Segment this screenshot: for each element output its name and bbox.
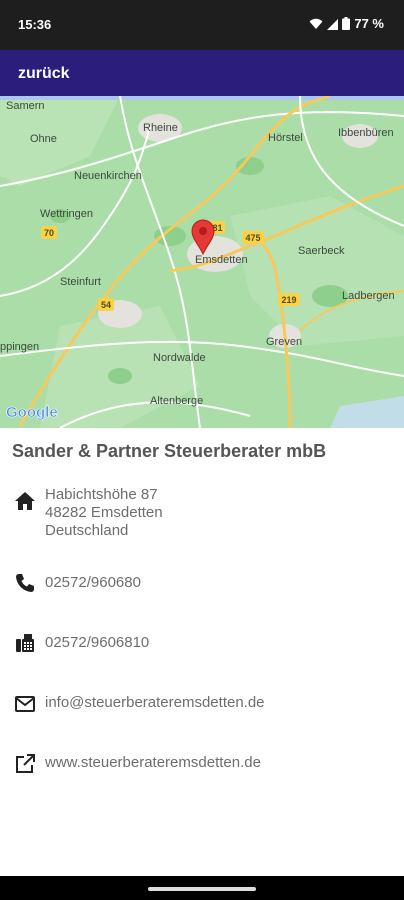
map-label: Ladbergen (342, 290, 395, 302)
road-badge: 219 (278, 293, 300, 306)
navigation-bar (0, 876, 404, 900)
phone-number[interactable]: 02572/960680 (45, 574, 141, 592)
email-link[interactable]: info@steuerberateremsdetten.de (45, 694, 265, 712)
address-city: 48282 Emsdetten (45, 504, 163, 521)
road-badge: 54 (98, 298, 114, 311)
road-badge-label: 475 (245, 233, 260, 243)
status-time: 15:36 (18, 17, 52, 32)
fax-number[interactable]: 02572/9606810 (45, 634, 149, 652)
address-street: Habichtshöhe 87 (45, 486, 158, 503)
back-button[interactable]: zurück (18, 65, 70, 83)
battery-icon (342, 17, 351, 30)
status-bar: 15:36 77 % (0, 0, 404, 50)
map-label: Nordwalde (153, 352, 206, 364)
website-link[interactable]: www.steuerberateremsdetten.de (45, 754, 261, 772)
signal-icon (327, 18, 339, 30)
mail-icon (14, 693, 36, 715)
status-icons: 77 % (309, 16, 384, 31)
map-label: Hörstel (268, 132, 303, 144)
map-label: Wettringen (40, 208, 93, 220)
road-badge: 70 (41, 226, 57, 239)
road-badge: 475 (242, 231, 264, 244)
wifi-icon (309, 18, 323, 30)
map-canvas: 70 54 475 219 481 Samern Rheine Hörstel … (0, 96, 404, 428)
map-label: Neuenkirchen (74, 170, 142, 182)
home-gesture-handle[interactable] (148, 887, 256, 891)
map-label: Steinfurt (60, 276, 101, 288)
phone-icon (14, 572, 36, 594)
app-bar: zurück (0, 50, 404, 96)
map-label: Samern (6, 100, 45, 112)
map-label: Ohne (30, 133, 57, 145)
fax-icon (14, 632, 36, 654)
google-logo: Google (6, 404, 58, 421)
company-name: Sander & Partner Steuerberater mbB (12, 441, 327, 461)
map-label: Rheine (143, 122, 178, 134)
map-label: Ibbenbüren (338, 127, 394, 139)
map-label: Emsdetten (195, 254, 248, 266)
road-badge-label: 70 (44, 228, 54, 238)
map-view[interactable]: 70 54 475 219 481 Samern Rheine Hörstel … (0, 96, 404, 428)
map-label: Greven (266, 336, 302, 348)
road-badge-label: 219 (281, 295, 296, 305)
map-label: ppingen (0, 341, 39, 353)
external-link-icon (14, 753, 36, 775)
home-icon (14, 490, 36, 512)
map-label: Altenberge (150, 395, 203, 407)
battery-percentage: 77 % (354, 16, 384, 31)
map-label: Saerbeck (298, 245, 345, 257)
address-country: Deutschland (45, 522, 129, 539)
road-badge-label: 54 (101, 300, 111, 310)
